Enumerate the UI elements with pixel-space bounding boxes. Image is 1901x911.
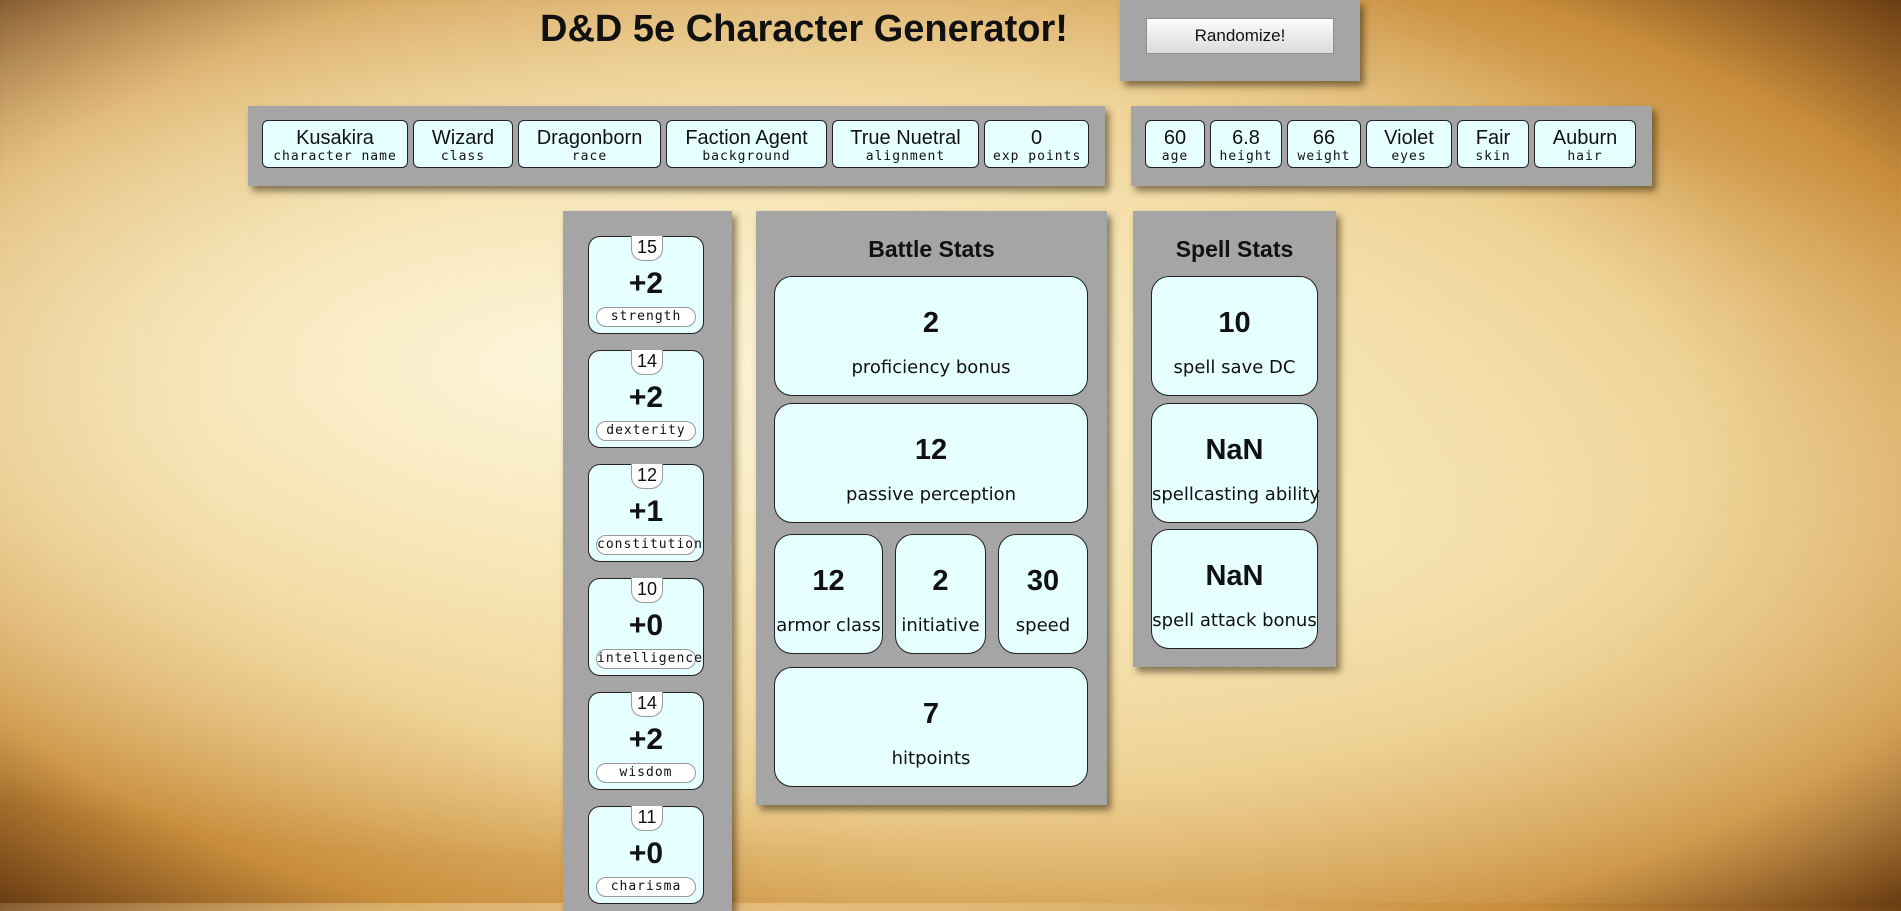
class-label: class — [440, 149, 486, 164]
character-name-value: Kusakira — [296, 127, 374, 149]
character-name-label: character name — [273, 149, 397, 164]
ability-card-charisma[interactable]: 11 +0 charisma — [588, 806, 704, 904]
ability-card-wisdom[interactable]: 14 +2 wisdom — [588, 692, 704, 790]
initiative-value: 2 — [932, 565, 949, 597]
ability-name: constitution — [596, 535, 702, 555]
spellcasting-ability-card: NaN spellcasting ability — [1151, 403, 1320, 523]
armor-class-value: 12 — [812, 565, 845, 597]
ability-score: 12 — [631, 464, 663, 489]
ability-card-strength[interactable]: 15 +2 strength — [588, 236, 704, 334]
spell-stats-panel: Spell Stats 10 spell save DC NaN spellca… — [1133, 211, 1336, 667]
weight-label: weight — [1297, 149, 1351, 164]
spellcasting-ability-value: NaN — [1205, 434, 1264, 466]
ability-modifier: +2 — [628, 723, 664, 756]
spell-save-dc-label: spell save DC — [1173, 357, 1296, 378]
age-field[interactable]: 60 age — [1145, 120, 1205, 168]
ability-modifier: +0 — [628, 609, 664, 642]
initiative-card: 2 initiative — [895, 534, 986, 654]
exp-points-field[interactable]: 0 exp points — [984, 120, 1089, 168]
spell-attack-bonus-card: NaN spell attack bonus — [1151, 529, 1318, 649]
height-label: height — [1219, 149, 1273, 164]
ability-modifier: +2 — [628, 267, 664, 300]
randomize-button[interactable]: Randomize! — [1146, 18, 1334, 54]
ability-name: charisma — [596, 877, 696, 897]
page-title: D&D 5e Character Generator! — [540, 8, 1068, 50]
passive-perception-value: 12 — [914, 434, 948, 466]
spell-save-dc-card: 10 spell save DC — [1151, 276, 1318, 396]
class-field[interactable]: Wizard class — [413, 120, 513, 168]
ability-card-dexterity[interactable]: 14 +2 dexterity — [588, 350, 704, 448]
appearance-panel: 60 age 6.8 height 66 weight Violet eyes … — [1131, 106, 1652, 186]
skin-field[interactable]: Fair skin — [1457, 120, 1529, 168]
proficiency-bonus-card: 2 proficiency bonus — [774, 276, 1088, 396]
ability-score: 10 — [631, 578, 663, 603]
alignment-field[interactable]: True Nuetral alignment — [832, 120, 979, 168]
hitpoints-card: 7 hitpoints — [774, 667, 1088, 787]
hitpoints-label: hitpoints — [891, 748, 971, 769]
ability-name: intelligence — [596, 649, 702, 669]
background-label: background — [702, 149, 791, 164]
race-field[interactable]: Dragonborn race — [518, 120, 661, 168]
passive-perception-card: 12 passive perception — [774, 403, 1088, 523]
ability-score: 15 — [631, 236, 663, 261]
spell-attack-bonus-value: NaN — [1205, 560, 1264, 592]
battle-stats-panel: Battle Stats 2 proficiency bonus 12 pass… — [756, 211, 1107, 805]
exp-points-value: 0 — [1030, 127, 1043, 149]
eyes-label: eyes — [1391, 149, 1427, 164]
ability-name: strength — [596, 307, 696, 327]
ability-score: 11 — [631, 806, 663, 831]
height-field[interactable]: 6.8 height — [1210, 120, 1282, 168]
ability-card-constitution[interactable]: 12 +1 constitution — [588, 464, 704, 562]
randomize-panel: Randomize! — [1120, 0, 1360, 81]
armor-class-card: 12 armor class — [774, 534, 883, 654]
height-value: 6.8 — [1232, 127, 1260, 149]
speed-card: 30 speed — [998, 534, 1088, 654]
speed-value: 30 — [1026, 565, 1060, 597]
alignment-label: alignment — [865, 149, 946, 164]
proficiency-bonus-label: proficiency bonus — [851, 357, 1011, 378]
race-value: Dragonborn — [536, 127, 643, 149]
race-label: race — [571, 149, 608, 164]
hair-field[interactable]: Auburn hair — [1534, 120, 1636, 168]
armor-class-label: armor class — [776, 615, 881, 636]
weight-field[interactable]: 66 weight — [1287, 120, 1361, 168]
hair-label: hair — [1567, 149, 1603, 164]
weight-value: 66 — [1312, 127, 1336, 149]
speed-label: speed — [1015, 615, 1071, 636]
character-info-panel: Kusakira character name Wizard class Dra… — [248, 106, 1105, 186]
battle-stats-title: Battle Stats — [868, 236, 995, 262]
eyes-field[interactable]: Violet eyes — [1366, 120, 1452, 168]
initiative-label: initiative — [901, 615, 980, 636]
ability-modifier: +0 — [628, 837, 664, 870]
ability-modifier: +1 — [628, 495, 664, 528]
background-field[interactable]: Faction Agent background — [666, 120, 827, 168]
spell-attack-bonus-label: spell attack bonus — [1152, 610, 1317, 631]
ability-card-intelligence[interactable]: 10 +0 intelligence — [588, 578, 704, 676]
spell-save-dc-value: 10 — [1218, 307, 1251, 339]
ability-name: dexterity — [596, 421, 696, 441]
ability-modifier: +2 — [628, 381, 664, 414]
background-value: Faction Agent — [685, 127, 808, 149]
spell-stats-title: Spell Stats — [1175, 236, 1294, 262]
class-value: Wizard — [431, 127, 495, 149]
hair-value: Auburn — [1552, 127, 1618, 149]
ability-score: 14 — [631, 350, 663, 375]
proficiency-bonus-value: 2 — [922, 307, 940, 339]
ability-score: 14 — [631, 692, 663, 717]
age-value: 60 — [1163, 127, 1187, 149]
eyes-value: Violet — [1384, 127, 1434, 149]
ability-name: wisdom — [596, 763, 696, 783]
skin-value: Fair — [1475, 127, 1511, 149]
alignment-value: True Nuetral — [850, 127, 961, 149]
hitpoints-value: 7 — [922, 698, 940, 730]
character-name-field[interactable]: Kusakira character name — [262, 120, 408, 168]
exp-points-label: exp points — [993, 149, 1082, 164]
age-label: age — [1161, 149, 1189, 164]
passive-perception-label: passive perception — [845, 484, 1017, 505]
skin-label: skin — [1475, 149, 1511, 164]
spellcasting-ability-label: spellcasting ability — [1152, 484, 1320, 505]
ability-scores-panel: 15 +2 strength 14 +2 dexterity 12 +1 con… — [563, 211, 732, 911]
